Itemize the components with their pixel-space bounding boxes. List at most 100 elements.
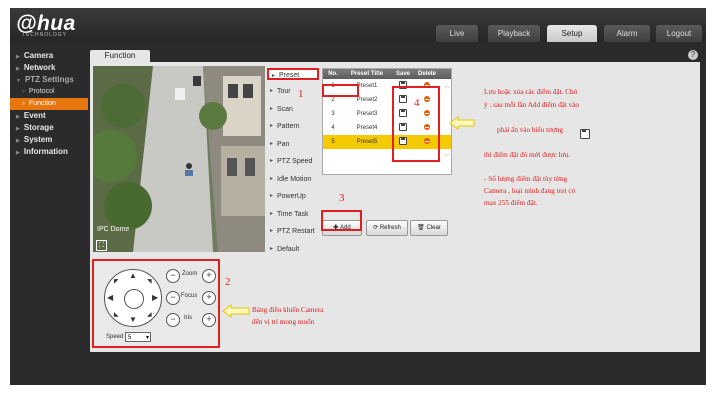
fullscreen-icon[interactable]: ⛶ xyxy=(96,240,107,251)
help-icon[interactable]: ? xyxy=(688,50,698,60)
tab-playback[interactable]: Playback xyxy=(488,25,540,42)
annotation-ptz-note: đến vị trí mong muốn xyxy=(252,318,315,326)
column-header-save: Save xyxy=(395,71,410,77)
arrow-up-right-icon[interactable]: ◥ xyxy=(147,278,152,285)
sidebar: ▶ Camera ▶ Network ▼ PTZ Settings > Protocol… xyxy=(10,50,88,158)
sidebar-item-event[interactable]: ▶ Event xyxy=(10,110,88,122)
annotation-number-3: 3 xyxy=(339,192,345,204)
scroll-up-icon[interactable]: ︿ xyxy=(444,81,450,90)
header-bar: @hua TECHNOLOGY Live Playback Setup Alar… xyxy=(10,8,706,42)
column-header-delete: Delete xyxy=(417,71,436,77)
menu-item-ptz-speed[interactable]: PTZ Speed xyxy=(267,153,319,171)
annotation-arrow-icon xyxy=(449,116,475,130)
menu-item-scan[interactable]: Scan xyxy=(267,101,319,119)
menu-item-idle-motion[interactable]: Idle Motion xyxy=(267,171,319,189)
focus-minus-button[interactable]: − xyxy=(166,291,180,305)
annotation-number-4: 4 xyxy=(414,97,420,109)
zoom-plus-button[interactable]: + xyxy=(202,269,216,283)
preset-title: Preset3 xyxy=(356,111,378,117)
refresh-button[interactable]: ⟳ Refresh xyxy=(366,220,408,236)
preset-title: Preset5 xyxy=(356,139,378,145)
focus-plus-button[interactable]: + xyxy=(202,291,216,305)
camera-name-overlay: IPC Dome xyxy=(97,226,130,233)
camera-scene-image xyxy=(93,66,265,252)
menu-item-ptz-restart[interactable]: PTZ Restart xyxy=(267,223,319,241)
sidebar-item-label: PTZ Settings xyxy=(24,75,74,84)
arrow-left-icon[interactable]: ◀ xyxy=(107,293,113,302)
clear-button[interactable]: 🗑 Clear xyxy=(410,220,448,236)
sidebar-item-label: System xyxy=(23,135,53,144)
triangle-icon: ▶ xyxy=(16,114,20,120)
sidebar-item-label: Event xyxy=(23,111,46,120)
annotation-number-2: 2 xyxy=(225,276,231,288)
triangle-icon: ▶ xyxy=(16,138,20,144)
annotation-ptz-note: Bảng điều khiển Camera xyxy=(252,306,324,314)
menu-item-pattern[interactable]: Pattern xyxy=(267,118,319,136)
annotation-box-preset-rows xyxy=(322,84,359,97)
iris-plus-button[interactable]: + xyxy=(202,313,216,327)
refresh-button-label: Refresh xyxy=(379,225,401,231)
arrow-down-left-icon[interactable]: ◣ xyxy=(114,311,119,318)
tab-logout[interactable]: Logout xyxy=(656,25,702,42)
menu-item-tour[interactable]: Tour xyxy=(267,83,319,101)
arrow-down-right-icon[interactable]: ◢ xyxy=(147,311,152,318)
sidebar-item-label: Camera xyxy=(23,51,54,60)
triangle-icon: ▶ xyxy=(16,54,20,60)
arrow-right-icon[interactable]: ▶ xyxy=(152,293,158,302)
annotation-note-line: phải ấn vào biểu tượng xyxy=(497,126,563,134)
speed-label: Speed xyxy=(106,334,124,340)
triangle-icon: ▶ xyxy=(16,66,20,72)
sidebar-item-system[interactable]: ▶ System xyxy=(10,134,88,146)
tab-alarm[interactable]: Alarm xyxy=(604,25,650,42)
tab-live[interactable]: Live xyxy=(436,25,478,42)
triangle-down-icon: ▼ xyxy=(16,78,21,84)
direction-pad[interactable]: ▲ ▼ ◀ ▶ ◤ ◥ ◣ ◢ xyxy=(104,269,162,327)
zoom-label: Zoom xyxy=(182,271,198,277)
arrow-down-icon[interactable]: ▼ xyxy=(129,315,137,324)
logo-subtitle: TECHNOLOGY xyxy=(22,32,68,38)
sidebar-item-label: Information xyxy=(23,147,68,156)
iris-label: Iris xyxy=(184,315,192,321)
arrow-up-icon[interactable]: ▲ xyxy=(129,271,137,280)
triangle-icon: ▶ xyxy=(16,126,20,132)
sidebar-item-storage[interactable]: ▶ Storage xyxy=(10,122,88,134)
preset-no: 4 xyxy=(331,125,335,131)
sidebar-item-network[interactable]: ▶ Network xyxy=(10,62,88,74)
tab-setup[interactable]: Setup xyxy=(547,25,597,42)
annotation-note-line: Camera , loại mình đang test có xyxy=(484,187,576,195)
sidebar-item-label: Network xyxy=(23,63,56,72)
ptz-control-panel: ▲ ▼ ◀ ▶ ◤ ◥ ◣ ◢ − Zoom + − Focus + − Iri… xyxy=(92,259,220,348)
scroll-down-icon[interactable]: ﹀ xyxy=(444,152,450,161)
camera-view[interactable]: IPC Dome ⛶ xyxy=(93,66,265,252)
sidebar-item-camera[interactable]: ▶ Camera xyxy=(10,50,88,62)
annotation-note-line: Lưu hoặc xóa các điểm đặt. Chú xyxy=(484,88,578,96)
center-button[interactable] xyxy=(124,289,144,309)
annotation-note-line: ý : sau mỗi lần Add điểm đặt vào xyxy=(484,101,580,109)
annotation-box-add-button xyxy=(321,210,362,231)
menu-item-time-task[interactable]: Time Task xyxy=(267,206,319,224)
sidebar-item-ptz-settings[interactable]: ▼ PTZ Settings xyxy=(10,74,88,86)
save-icon xyxy=(580,125,590,143)
annotation-note-line: thì điểm đặt đó mới được lưu. xyxy=(484,151,570,159)
menu-item-powerup[interactable]: PowerUp xyxy=(267,188,319,206)
menu-item-pan[interactable]: Pan xyxy=(267,136,319,154)
arrow-up-left-icon[interactable]: ◤ xyxy=(114,278,119,285)
sidebar-item-information[interactable]: ▶ Information xyxy=(10,146,88,158)
preset-no: 3 xyxy=(331,111,335,117)
triangle-icon: ▶ xyxy=(16,150,20,156)
speed-select[interactable]: 5 xyxy=(125,332,151,343)
iris-minus-button[interactable]: − xyxy=(166,313,180,327)
menu-item-preset[interactable]: Preset xyxy=(267,68,319,82)
ptz-function-menu: Preset Tour Scan Pattern Pan PTZ Speed I… xyxy=(267,68,319,258)
sidebar-item-protocol[interactable]: > Protocol xyxy=(10,86,88,98)
sidebar-item-function[interactable]: > Function xyxy=(10,98,88,110)
sidebar-item-label: Function xyxy=(28,100,56,107)
tab-function[interactable]: Function xyxy=(90,50,150,62)
focus-label: Focus xyxy=(181,293,198,299)
zoom-minus-button[interactable]: − xyxy=(166,269,180,283)
menu-item-default[interactable]: Default xyxy=(267,241,319,259)
column-header-no: No. xyxy=(328,71,338,77)
annotation-note-line: - Số lượng điểm đặt tùy từng xyxy=(484,175,568,183)
sidebar-item-label: Storage xyxy=(23,123,54,132)
clear-button-label: Clear xyxy=(426,225,441,231)
